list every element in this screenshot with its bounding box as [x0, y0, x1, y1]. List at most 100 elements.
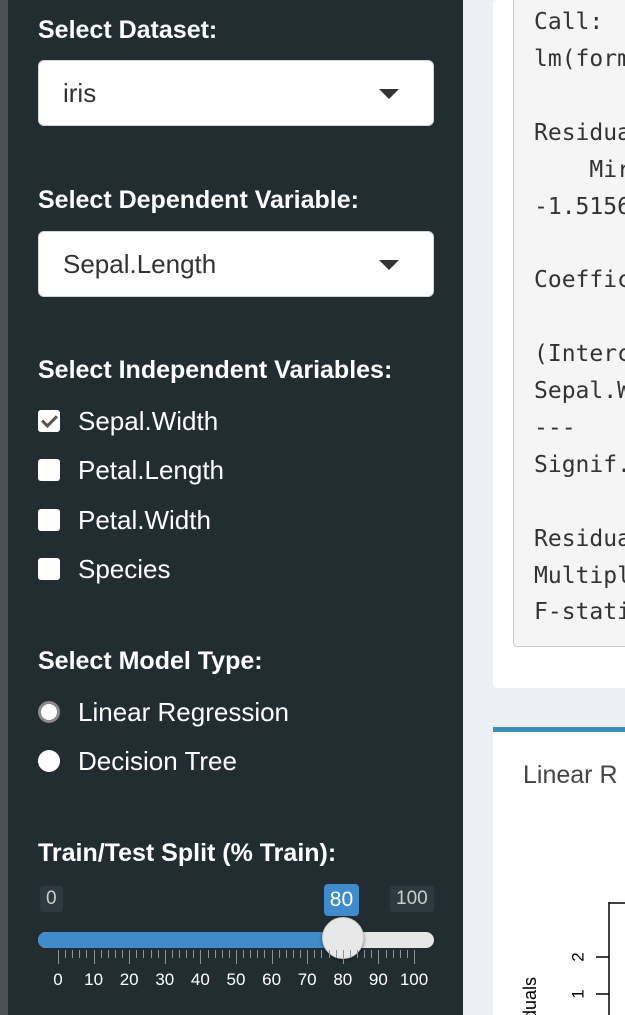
slider-tick — [378, 950, 380, 964]
slider-ticks — [38, 950, 434, 970]
dependent-variable-select[interactable]: Sepal.Length — [38, 231, 434, 297]
slider-tick — [164, 950, 166, 964]
slider-tick — [179, 950, 181, 958]
slider-tick — [264, 950, 266, 958]
slider-tick — [357, 950, 359, 958]
slider-tick-label: 10 — [84, 970, 104, 989]
checkbox-petal-width[interactable]: Petal.Width — [38, 503, 211, 537]
chevron-down-icon — [379, 89, 399, 99]
slider-tick — [300, 950, 302, 958]
summary-line: -1.5156 — [534, 193, 625, 220]
slider-tick — [307, 950, 309, 964]
slider-tick — [221, 950, 223, 958]
slider-tick — [335, 950, 337, 958]
slider-tick — [107, 950, 109, 958]
slider-tick-label: 50 — [226, 970, 246, 989]
slider-tick-label: 100 — [399, 970, 429, 989]
y-tick-label: 1 — [568, 989, 587, 998]
slider-tick — [86, 950, 88, 958]
summary-line: --- — [534, 414, 576, 441]
slider-tick — [278, 950, 280, 958]
slider-tick-label: 0 — [53, 970, 63, 989]
slider-min-label: 0 — [40, 886, 63, 912]
independent-variables-label: Select Independent Variables: — [38, 356, 393, 384]
slider-tick — [93, 950, 95, 964]
slider-tick — [150, 950, 152, 958]
radio-decision-tree[interactable]: Decision Tree — [38, 744, 237, 778]
slider-tick — [193, 950, 195, 958]
checkbox-sepal-width[interactable]: Sepal.Width — [38, 404, 218, 438]
slider-tick — [171, 950, 173, 958]
radio-label: Decision Tree — [78, 745, 237, 776]
slider-tick — [129, 950, 131, 964]
checkbox-unchecked-icon[interactable] — [38, 558, 60, 580]
slider-tick — [349, 950, 351, 958]
slider-tick — [214, 950, 216, 958]
summary-line: Sepal.W — [534, 378, 625, 404]
slider-track[interactable] — [38, 932, 434, 948]
checkbox-label: Petal.Width — [78, 504, 211, 535]
checkbox-unchecked-icon[interactable] — [38, 509, 60, 531]
dependent-variable-label: Select Dependent Variable: — [38, 186, 359, 214]
slider-tick — [371, 950, 373, 958]
slider-tick-label: 60 — [262, 970, 282, 989]
y-axis-label: duals — [520, 977, 540, 1015]
slider-tick — [314, 950, 316, 958]
slider-fill — [38, 932, 343, 948]
dependent-variable-select-value: Sepal.Length — [63, 249, 217, 279]
summary-line: Signif. — [534, 451, 625, 478]
radio-selected-icon[interactable] — [38, 701, 60, 723]
summary-line: Residua — [534, 525, 625, 552]
checkbox-label: Petal.Length — [78, 454, 225, 485]
model-summary-output: Call: lm(form Residua Mir -1.5156 Coeffic (In… — [513, 0, 625, 647]
summary-line: Call: — [534, 9, 604, 35]
slider-tick — [228, 950, 230, 958]
slider-tick — [122, 950, 124, 958]
checkbox-label: Sepal.Width — [78, 405, 219, 436]
slider-tick-labels: 0 10 20 30 40 50 60 70 80 90 100 — [38, 970, 434, 994]
model-type-label: Select Model Type: — [38, 647, 263, 675]
chevron-down-icon — [379, 260, 399, 270]
checkbox-species[interactable]: Species — [38, 552, 171, 586]
slider-tick — [186, 950, 188, 958]
checkbox-unchecked-icon[interactable] — [38, 459, 60, 481]
radio-label: Linear Regression — [78, 696, 290, 727]
slider-tick — [406, 950, 408, 958]
slider-tick — [72, 950, 74, 958]
slider-tick — [207, 950, 209, 958]
slider-tick — [243, 950, 245, 958]
sidebar: Select Dataset: iris Select Dependent Va… — [8, 0, 463, 1015]
slider-tick — [328, 950, 330, 958]
slider-tick — [58, 950, 59, 964]
dataset-label: Select Dataset: — [38, 16, 218, 44]
slider-tick — [136, 950, 138, 958]
slider-tick-label: 70 — [297, 970, 317, 989]
slider-max-label: 100 — [390, 886, 434, 912]
summary-line: Coeffic — [534, 267, 625, 294]
slider-tick — [257, 950, 259, 958]
radio-linear-regression[interactable]: Linear Regression — [38, 695, 289, 729]
checkbox-petal-length[interactable]: Petal.Length — [38, 453, 224, 487]
y-tick-label: 2 — [568, 952, 587, 961]
slider-tick-label: 40 — [190, 970, 210, 989]
slider-tick — [114, 950, 116, 958]
dataset-select[interactable]: iris — [38, 60, 434, 126]
slider-tick — [364, 950, 366, 958]
plot-box: Linear R 2 1 duals — [493, 727, 625, 1015]
slider-tick-label: 20 — [119, 970, 139, 989]
split-label: Train/Test Split (% Train): — [38, 839, 337, 867]
slider-tick — [414, 950, 415, 964]
slider-tick — [399, 950, 401, 958]
summary-line: Residua — [534, 119, 625, 146]
checkbox-checked-icon[interactable] — [38, 410, 60, 432]
plot-title: Linear R — [523, 761, 618, 789]
slider-tick-label: 90 — [368, 970, 388, 989]
slider-tick-label: 30 — [155, 970, 175, 989]
window-edge — [0, 0, 8, 1015]
slider-tick — [285, 950, 287, 958]
checkbox-label: Species — [78, 553, 171, 584]
radio-unselected-icon[interactable] — [38, 750, 60, 772]
main-content: Call: lm(form Residua Mir -1.5156 Coeffic (In… — [463, 0, 625, 1015]
slider-tick — [79, 950, 81, 958]
slider-tick — [385, 950, 387, 958]
